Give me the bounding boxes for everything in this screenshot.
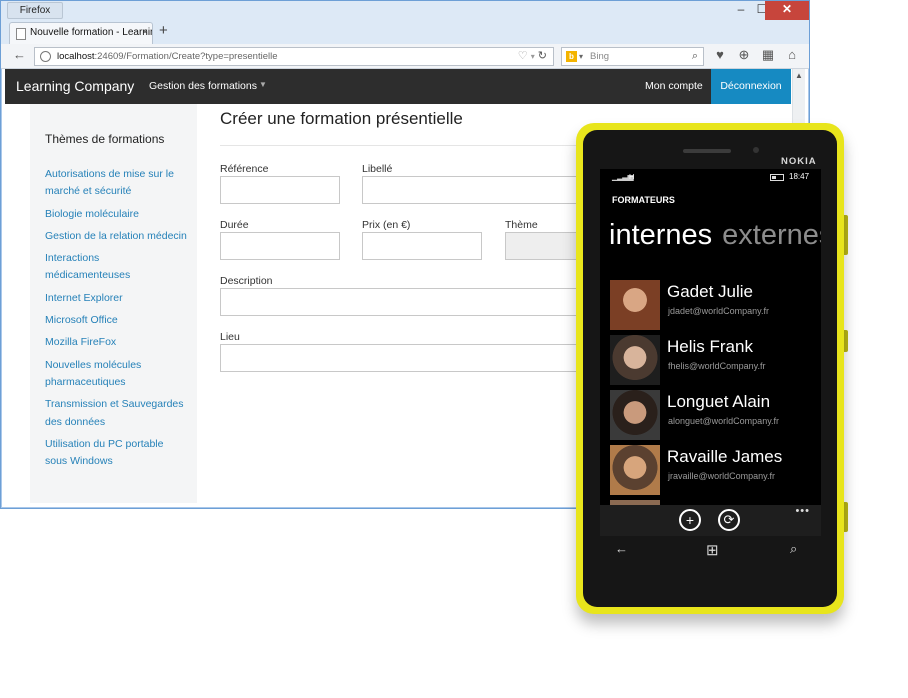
title-divider <box>220 145 620 146</box>
url-host: localhost <box>57 51 95 62</box>
phone-screen: ▁▂▃▅ H 18:47 FORMATEURS internes externes… <box>600 169 821 505</box>
network-type: H <box>629 172 635 181</box>
my-account-link[interactable]: Mon compte <box>645 80 703 92</box>
prix-input[interactable] <box>362 232 482 260</box>
prix-label: Prix (en €) <box>362 219 411 231</box>
logout-button[interactable]: Déconnexion <box>711 69 791 104</box>
navigation-toolbar: ← localhost:24609/Formation/Create?type=… <box>1 44 809 69</box>
reference-label: Référence <box>220 163 269 175</box>
search-icon[interactable]: ⌕ <box>790 541 797 557</box>
download-icon[interactable]: ⊕ <box>736 47 752 63</box>
tab-nouvelle-formation[interactable]: Nouvelle formation - Learnin... × <box>9 22 153 44</box>
sync-icon[interactable]: ⟳ <box>718 509 740 531</box>
scroll-up-icon[interactable]: ▲ <box>795 71 803 80</box>
tab-title: Nouvelle formation - Learnin... <box>30 27 153 38</box>
sidebar-item[interactable]: Gestion de la relation médecin <box>45 228 187 245</box>
dropdown-icon[interactable]: ▾ <box>531 52 535 61</box>
new-tab-button[interactable]: + <box>159 22 168 39</box>
sidebar-item[interactable]: Transmission et Sauvegardes des données <box>45 396 187 431</box>
page-icon <box>16 28 26 40</box>
lieu-input[interactable] <box>220 344 620 372</box>
more-icon[interactable]: ••• <box>795 505 810 517</box>
app-title: FORMATEURS <box>612 195 675 205</box>
sidebar-item[interactable]: Nouvelles molécules pharmaceutiques <box>45 357 187 392</box>
search-icon[interactable]: ⌕ <box>692 48 698 65</box>
sidebar-item[interactable]: Interactions médicamenteuses <box>45 250 187 285</box>
themes-list: Autorisations de mise sur le marché et s… <box>45 166 187 475</box>
contact-name: Ravaille James <box>667 447 783 466</box>
sidebar-item[interactable]: Microsoft Office <box>45 312 187 329</box>
sidebar-item[interactable]: Biologie moléculaire <box>45 206 187 223</box>
sidebar-item[interactable]: Autorisations de mise sur le marché et s… <box>45 166 187 201</box>
status-bar: ▁▂▃▅ H 18:47 <box>600 169 821 185</box>
contact-name: Gadet Julie <box>667 282 753 301</box>
reference-input[interactable] <box>220 176 340 204</box>
phone-speaker <box>683 149 731 153</box>
search-bar[interactable]: b ▾ Bing ⌕ <box>561 47 704 66</box>
avatar <box>610 280 660 330</box>
sidebar-item[interactable]: Internet Explorer <box>45 290 187 307</box>
menu-gestion-formations[interactable]: Gestion des formations <box>149 80 257 92</box>
back-arrow-icon[interactable]: ← <box>13 47 26 62</box>
themes-sidebar: Thèmes de formations Autorisations de mi… <box>30 104 197 503</box>
duree-label: Durée <box>220 219 249 231</box>
phone-brand: NOKIA <box>781 156 817 167</box>
site-navbar: Learning Company Gestion des formations … <box>5 69 791 104</box>
contact-email: fhelis@worldCompany.fr <box>668 361 766 371</box>
home-icon[interactable]: ⌂ <box>784 47 800 62</box>
avatar <box>610 445 660 495</box>
caret-down-icon[interactable]: ▼ <box>259 80 267 89</box>
page-title: Créer une formation présentielle <box>220 109 463 128</box>
lieu-label: Lieu <box>220 331 240 343</box>
url-bar[interactable]: localhost:24609/Formation/Create?type=pr… <box>34 47 554 66</box>
firefox-menu-button[interactable]: Firefox <box>7 2 63 19</box>
avatar <box>610 390 660 440</box>
pivot-header: internes externes <box>609 219 821 252</box>
url-actions: ♡ ▾ ↻ <box>518 48 547 65</box>
site-brand[interactable]: Learning Company <box>16 78 134 94</box>
contact-email: alonguet@worldCompany.fr <box>668 416 780 426</box>
chevron-down-icon[interactable]: ▾ <box>579 48 583 65</box>
sidebar-title: Thèmes de formations <box>45 132 165 146</box>
title-bar: Firefox – ☐ ✕ <box>1 1 809 20</box>
pivot-item-externes[interactable]: externes <box>722 219 821 251</box>
heart-icon[interactable]: ♡ <box>518 50 528 62</box>
contact-item[interactable]: Longuet Alain alonguet@worldCompany.fr <box>610 390 820 440</box>
url-path: :24609/Formation/Create?type=presentiell… <box>94 51 278 62</box>
contact-name: Helis Frank <box>667 337 753 356</box>
contact-name: Longuet Alain <box>667 392 771 411</box>
theme-label: Thème <box>505 219 538 231</box>
windows-icon[interactable]: ⊞ <box>706 541 719 559</box>
contact-item[interactable]: Helis Frank fhelis@worldCompany.fr <box>610 335 820 385</box>
back-icon[interactable]: ← <box>615 541 628 556</box>
globe-icon <box>40 51 51 62</box>
sidebar-item[interactable]: Utilisation du PC portable sous Windows <box>45 436 187 471</box>
description-label: Description <box>220 275 273 287</box>
libelle-input[interactable] <box>362 176 602 204</box>
contact-item[interactable]: Ravaille James jravaille@worldCompany.fr <box>610 445 820 495</box>
bookmark-icon[interactable]: ♥ <box>712 47 728 62</box>
add-icon[interactable]: + <box>679 509 701 531</box>
bing-icon: b <box>566 51 577 62</box>
search-placeholder: Bing <box>590 51 610 62</box>
tab-bar: Nouvelle formation - Learnin... × + <box>1 20 809 44</box>
libelle-label: Libellé <box>362 163 393 175</box>
contact-item[interactable]: Gadet Julie jdadet@worldCompany.fr <box>610 280 820 330</box>
duree-input[interactable] <box>220 232 340 260</box>
front-camera <box>753 147 759 153</box>
avatar <box>610 335 660 385</box>
qr-code-icon[interactable]: ▦ <box>760 47 776 63</box>
sidebar-item[interactable]: Mozilla FireFox <box>45 334 187 351</box>
refresh-icon[interactable]: ↻ <box>538 50 547 62</box>
close-window-button[interactable]: ✕ <box>765 1 809 20</box>
contact-email: jravaille@worldCompany.fr <box>668 471 776 481</box>
status-time: 18:47 <box>789 172 810 181</box>
contact-email: jdadet@worldCompany.fr <box>668 306 770 316</box>
battery-icon <box>770 174 784 181</box>
phone-app-bar: + ⟳ ••• <box>600 505 821 536</box>
description-input[interactable] <box>220 288 620 316</box>
close-tab-icon[interactable]: × <box>142 23 148 43</box>
pivot-item-internes[interactable]: internes <box>609 219 712 251</box>
